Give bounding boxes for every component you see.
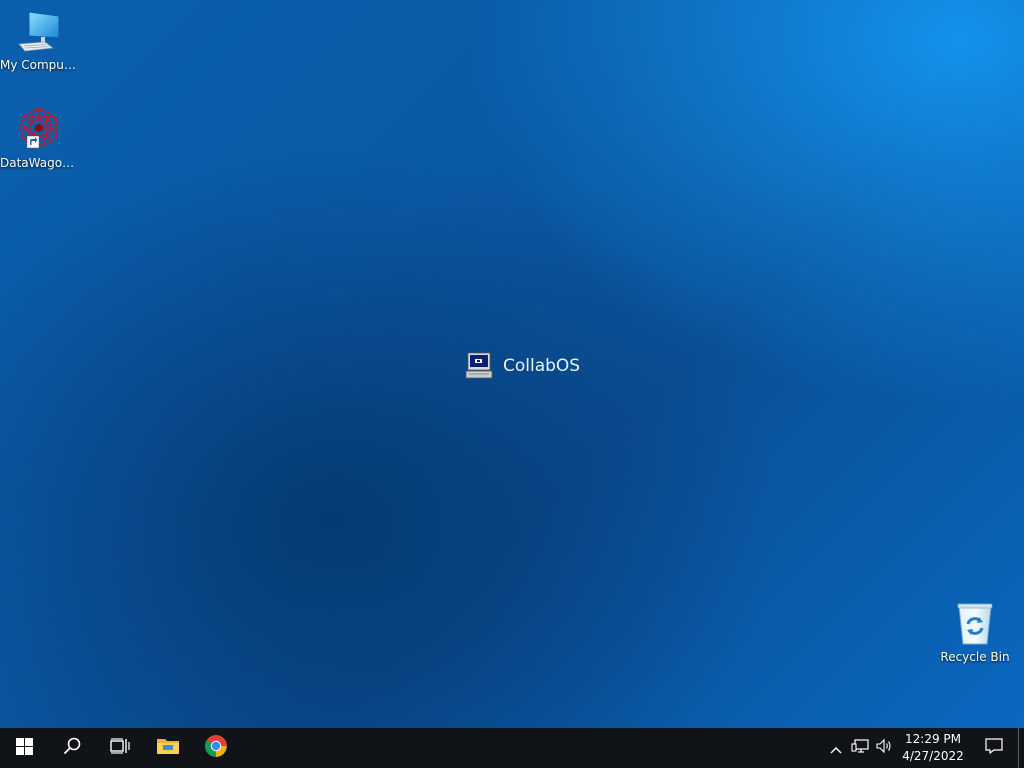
start-button[interactable]	[0, 728, 48, 768]
search-icon	[63, 737, 81, 759]
recycle-bin-desktop-icon[interactable]: Recycle Bin	[936, 600, 1014, 664]
start-icon	[15, 737, 33, 759]
file-explorer-button[interactable]	[144, 728, 192, 768]
network-button[interactable]	[848, 728, 872, 768]
system-tray: 12:29 PM 4/27/2022	[824, 728, 1024, 768]
task-view-button[interactable]	[96, 728, 144, 768]
datawagon-desktop-icon[interactable]: DataWagon...	[0, 106, 78, 170]
taskbar: 12:29 PM 4/27/2022	[0, 728, 1024, 768]
show-hidden-icons-button[interactable]	[824, 728, 848, 768]
computer-icon	[15, 8, 63, 56]
chrome-button[interactable]	[192, 728, 240, 768]
task-view-icon	[110, 738, 130, 758]
volume-button[interactable]	[872, 728, 896, 768]
clock[interactable]: 12:29 PM 4/27/2022	[896, 731, 970, 765]
notification-icon	[985, 738, 1003, 758]
my-computer-desktop-icon[interactable]: My Computer	[0, 8, 78, 72]
volume-icon	[875, 738, 893, 758]
collabos-label: CollabOS	[503, 356, 581, 376]
clock-time: 12:29 PM	[905, 732, 961, 746]
clock-date: 4/27/2022	[902, 749, 964, 763]
recycle-bin-label: Recycle Bin	[940, 650, 1010, 664]
chrome-icon	[204, 734, 228, 762]
my-computer-label: My Computer	[0, 58, 78, 72]
collabos-logo: CollabOS	[465, 352, 580, 380]
search-button[interactable]	[48, 728, 96, 768]
action-center-button[interactable]	[970, 728, 1018, 768]
file-explorer-icon	[156, 736, 180, 760]
recycle-bin-icon	[951, 600, 999, 648]
datawagon-shortcut-icon	[15, 106, 63, 154]
show-desktop-button[interactable]	[1018, 728, 1024, 768]
desktop[interactable]: My Computer DataWagon... Recycle Bin Col…	[0, 0, 1024, 728]
chevron-up-icon	[830, 739, 842, 758]
retro-computer-icon	[465, 352, 493, 380]
network-icon	[851, 738, 869, 758]
datawagon-label: DataWagon...	[0, 156, 78, 170]
